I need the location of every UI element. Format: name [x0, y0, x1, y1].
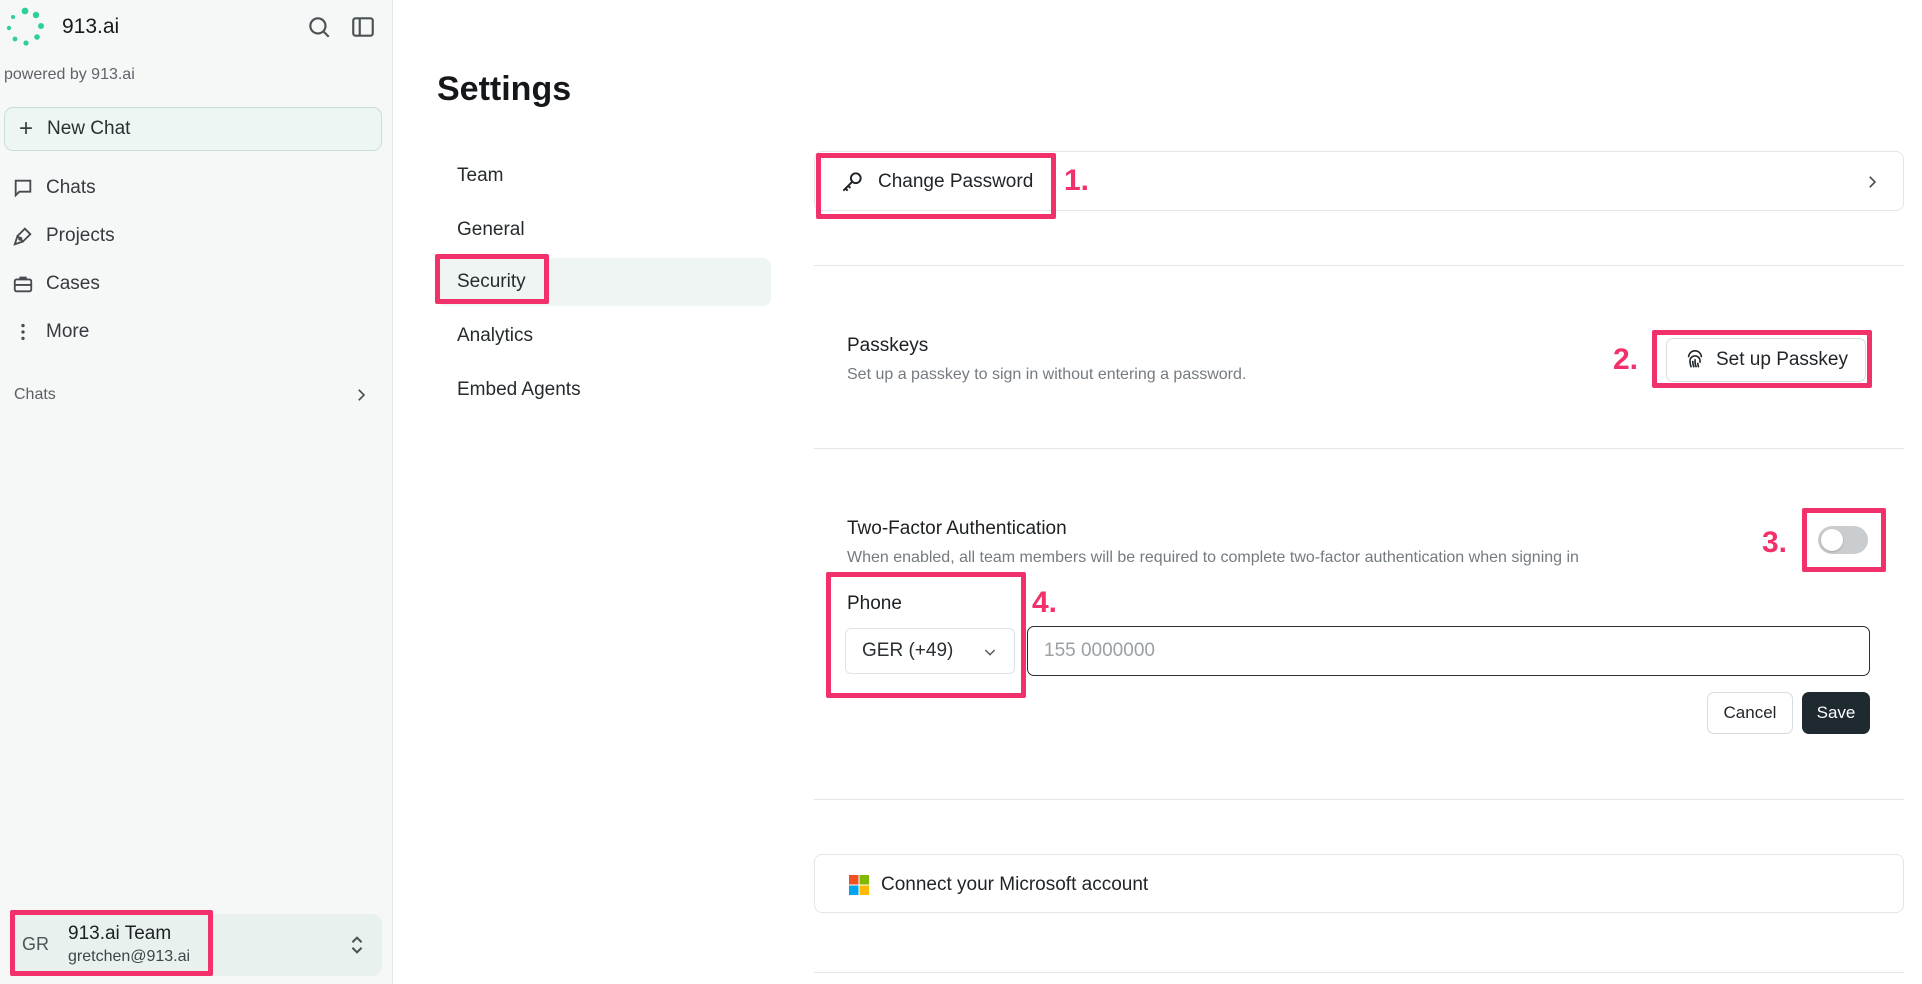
- chats-section-header[interactable]: Chats: [14, 386, 370, 404]
- more-vertical-icon: [21, 323, 25, 341]
- passkeys-description: Set up a passkey to sign in without ente…: [847, 366, 1247, 383]
- change-password-label: Change Password: [878, 171, 1034, 192]
- chat-bubble-icon: [14, 179, 32, 198]
- brand[interactable]: 913.ai: [4, 6, 119, 48]
- sidebar-item-chats[interactable]: Chats: [12, 171, 96, 205]
- passkeys-title: Passkeys: [847, 335, 929, 356]
- tab-embed-agents[interactable]: Embed Agents: [437, 366, 771, 414]
- new-chat-label: New Chat: [47, 118, 131, 139]
- annotation-label-3: 3.: [1762, 526, 1788, 559]
- connect-microsoft-label: Connect your Microsoft account: [881, 874, 1149, 895]
- microsoft-logo-icon: [849, 875, 869, 895]
- pen-tool-icon: [13, 227, 32, 246]
- chevron-right-icon: [1869, 176, 1877, 188]
- annotation-label-4: 4.: [1032, 586, 1058, 619]
- new-chat-button[interactable]: + New Chat: [4, 107, 382, 151]
- divider: [814, 972, 1904, 973]
- tab-label: Analytics: [457, 325, 534, 346]
- chevron-right-icon: [358, 389, 366, 401]
- tab-label: Security: [457, 271, 526, 292]
- page-title: Settings: [437, 70, 572, 108]
- briefcase-icon: [13, 276, 33, 293]
- sidebar-item-cases[interactable]: Cases: [12, 267, 100, 301]
- fingerprint-icon: [1687, 350, 1703, 368]
- set-up-passkey-label: Set up Passkey: [1715, 349, 1849, 370]
- tab-label: Embed Agents: [457, 379, 581, 400]
- annotation-label-1: 1.: [1064, 164, 1090, 197]
- divider: [814, 448, 1904, 449]
- two-factor-title: Two-Factor Authentication: [847, 518, 1067, 539]
- sidebar: 913.ai powered by 913.ai + New Chat Chat…: [0, 0, 393, 984]
- sidebar-item-more[interactable]: More: [12, 315, 89, 349]
- connect-microsoft-row[interactable]: Connect your Microsoft account: [814, 854, 1904, 913]
- tab-label: General: [457, 219, 525, 240]
- save-button[interactable]: Save: [1802, 692, 1870, 734]
- team-name: 913.ai Team: [68, 923, 172, 944]
- team-email: gretchen@913.ai: [68, 948, 191, 965]
- key-icon: [842, 172, 862, 192]
- sidebar-item-label: Cases: [46, 273, 100, 294]
- tab-team[interactable]: Team: [437, 152, 771, 200]
- search-icon[interactable]: [306, 14, 332, 40]
- toggle-knob: [1821, 529, 1843, 551]
- divider: [814, 265, 1904, 266]
- sidebar-item-label: Chats: [46, 177, 96, 198]
- tab-security[interactable]: Security: [437, 258, 771, 306]
- logo-icon: [6, 7, 44, 46]
- tab-general[interactable]: General: [437, 206, 771, 254]
- powered-by: powered by 913.ai: [4, 66, 135, 83]
- cancel-label: Cancel: [1723, 703, 1777, 722]
- divider: [814, 799, 1904, 800]
- two-factor-toggle[interactable]: [1818, 526, 1868, 554]
- phone-input[interactable]: [1027, 626, 1870, 676]
- tab-analytics[interactable]: Analytics: [437, 312, 771, 360]
- chevron-down-icon: [984, 649, 996, 656]
- country-code-select[interactable]: GER (+49): [845, 628, 1015, 674]
- phone-label: Phone: [847, 593, 902, 614]
- app-name: 913.ai: [62, 15, 120, 38]
- tab-label: Team: [457, 165, 504, 186]
- sidebar-item-label: More: [46, 321, 90, 342]
- plus-icon: +: [19, 115, 34, 142]
- set-up-passkey-button[interactable]: Set up Passkey: [1666, 338, 1866, 382]
- cancel-button[interactable]: Cancel: [1707, 692, 1793, 734]
- avatar: GR: [22, 934, 49, 954]
- annotation-label-2: 2.: [1613, 343, 1639, 376]
- team-switcher[interactable]: GR 913.ai Team gretchen@913.ai: [10, 914, 382, 976]
- save-label: Save: [1816, 703, 1856, 722]
- sidebar-toggle-icon[interactable]: [350, 14, 376, 40]
- sidebar-item-label: Projects: [46, 225, 115, 246]
- chats-section-label: Chats: [14, 386, 56, 403]
- country-code-value: GER (+49): [862, 640, 954, 661]
- two-factor-description: When enabled, all team members will be r…: [847, 549, 1579, 566]
- change-password-row[interactable]: Change Password: [814, 151, 1904, 211]
- chevrons-up-down-icon: [351, 936, 363, 954]
- sidebar-item-projects[interactable]: Projects: [12, 219, 115, 253]
